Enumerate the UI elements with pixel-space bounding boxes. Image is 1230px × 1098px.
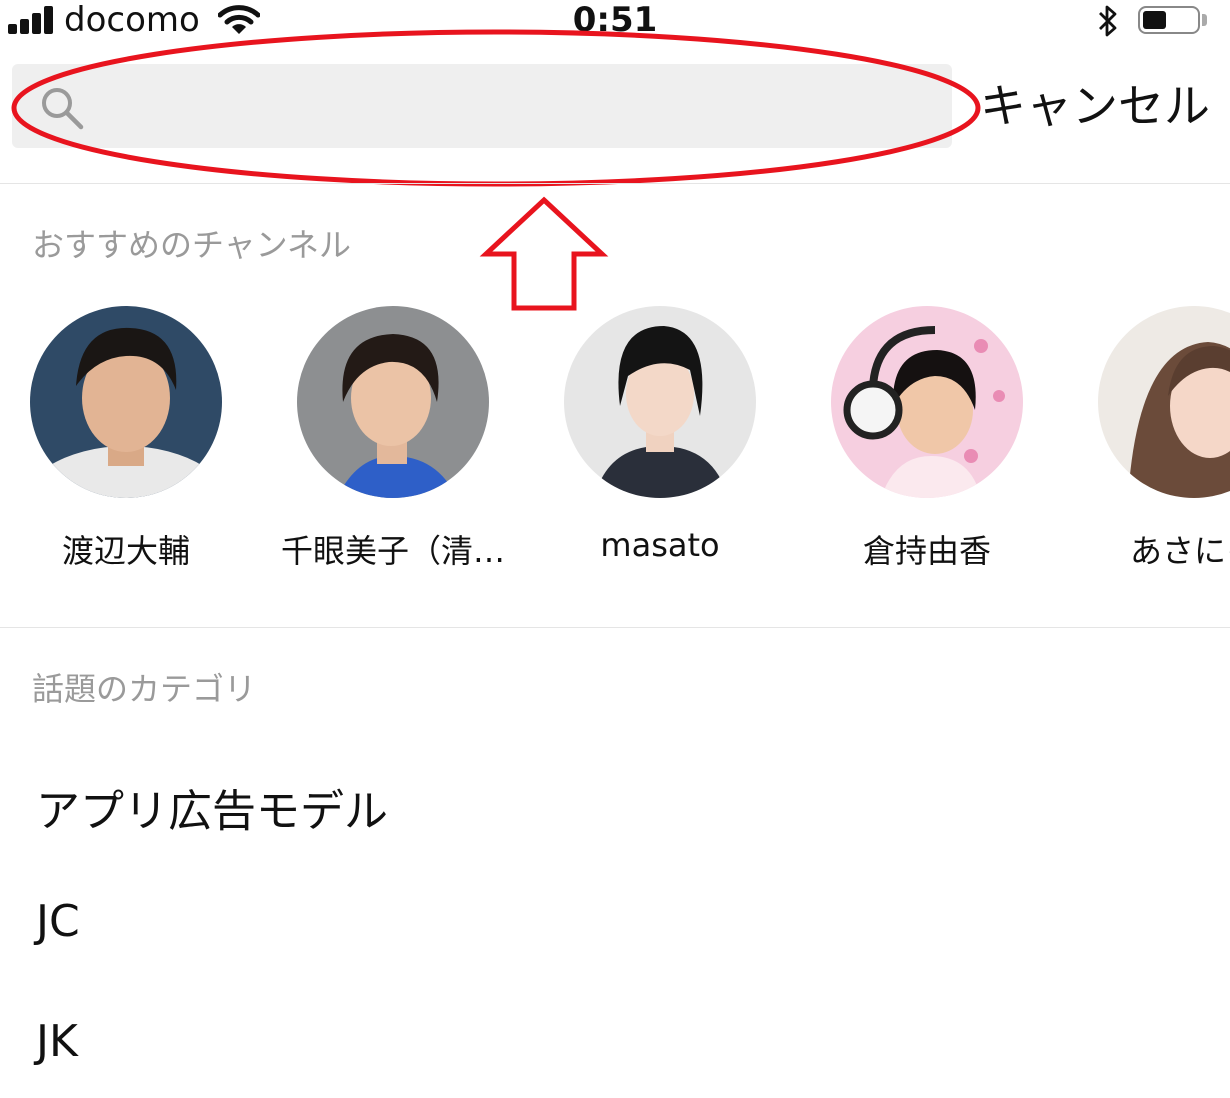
bluetooth-icon — [1099, 5, 1117, 37]
category-item[interactable]: JK — [36, 1016, 78, 1067]
battery-level — [1143, 11, 1166, 29]
search-screen: docomo 0:51 キャンセル おすすめのチャンネル 渡辺大輔 千眼美子（清… — [0, 0, 1230, 1098]
avatar[interactable] — [1098, 306, 1230, 498]
signal-icon — [8, 6, 58, 34]
channel-name: 千眼美子（清… — [280, 532, 505, 570]
annotation-overlay — [11, 29, 981, 311]
divider — [0, 183, 1230, 184]
battery-icon — [1138, 6, 1200, 34]
carrier-label: docomo — [64, 0, 200, 40]
channel-item[interactable]: masato — [526, 306, 786, 576]
categories-title: 話題のカテゴリ — [32, 670, 257, 708]
channel-item[interactable]: あさにゃ — [1060, 306, 1230, 576]
clock: 0:51 — [572, 0, 658, 40]
channel-name: あさにゃ — [1129, 532, 1230, 570]
channel-name: 倉持由香 — [862, 532, 991, 570]
channel-item[interactable]: 倉持由香 — [793, 306, 1053, 576]
divider — [0, 627, 1230, 628]
category-item[interactable]: JC — [36, 896, 80, 947]
search-icon — [42, 88, 84, 130]
battery-tip — [1202, 14, 1207, 26]
status-bar: docomo 0:51 — [0, 0, 1230, 44]
avatar[interactable] — [30, 306, 222, 498]
channel-name: 渡辺大輔 — [61, 532, 190, 570]
channel-item[interactable]: 渡辺大輔 — [0, 306, 252, 576]
avatar[interactable] — [831, 306, 1023, 498]
cancel-button[interactable]: キャンセル — [980, 76, 1220, 136]
avatar[interactable] — [564, 306, 756, 498]
category-item[interactable]: アプリ広告モデル — [36, 775, 388, 839]
recommended-title: おすすめのチャンネル — [32, 226, 352, 264]
avatar[interactable] — [297, 306, 489, 498]
annotation-arrow — [479, 196, 609, 311]
search-input[interactable] — [100, 76, 934, 138]
channel-name: masato — [600, 526, 720, 564]
wifi-icon — [218, 5, 260, 34]
channel-item[interactable]: 千眼美子（清… — [259, 306, 519, 576]
